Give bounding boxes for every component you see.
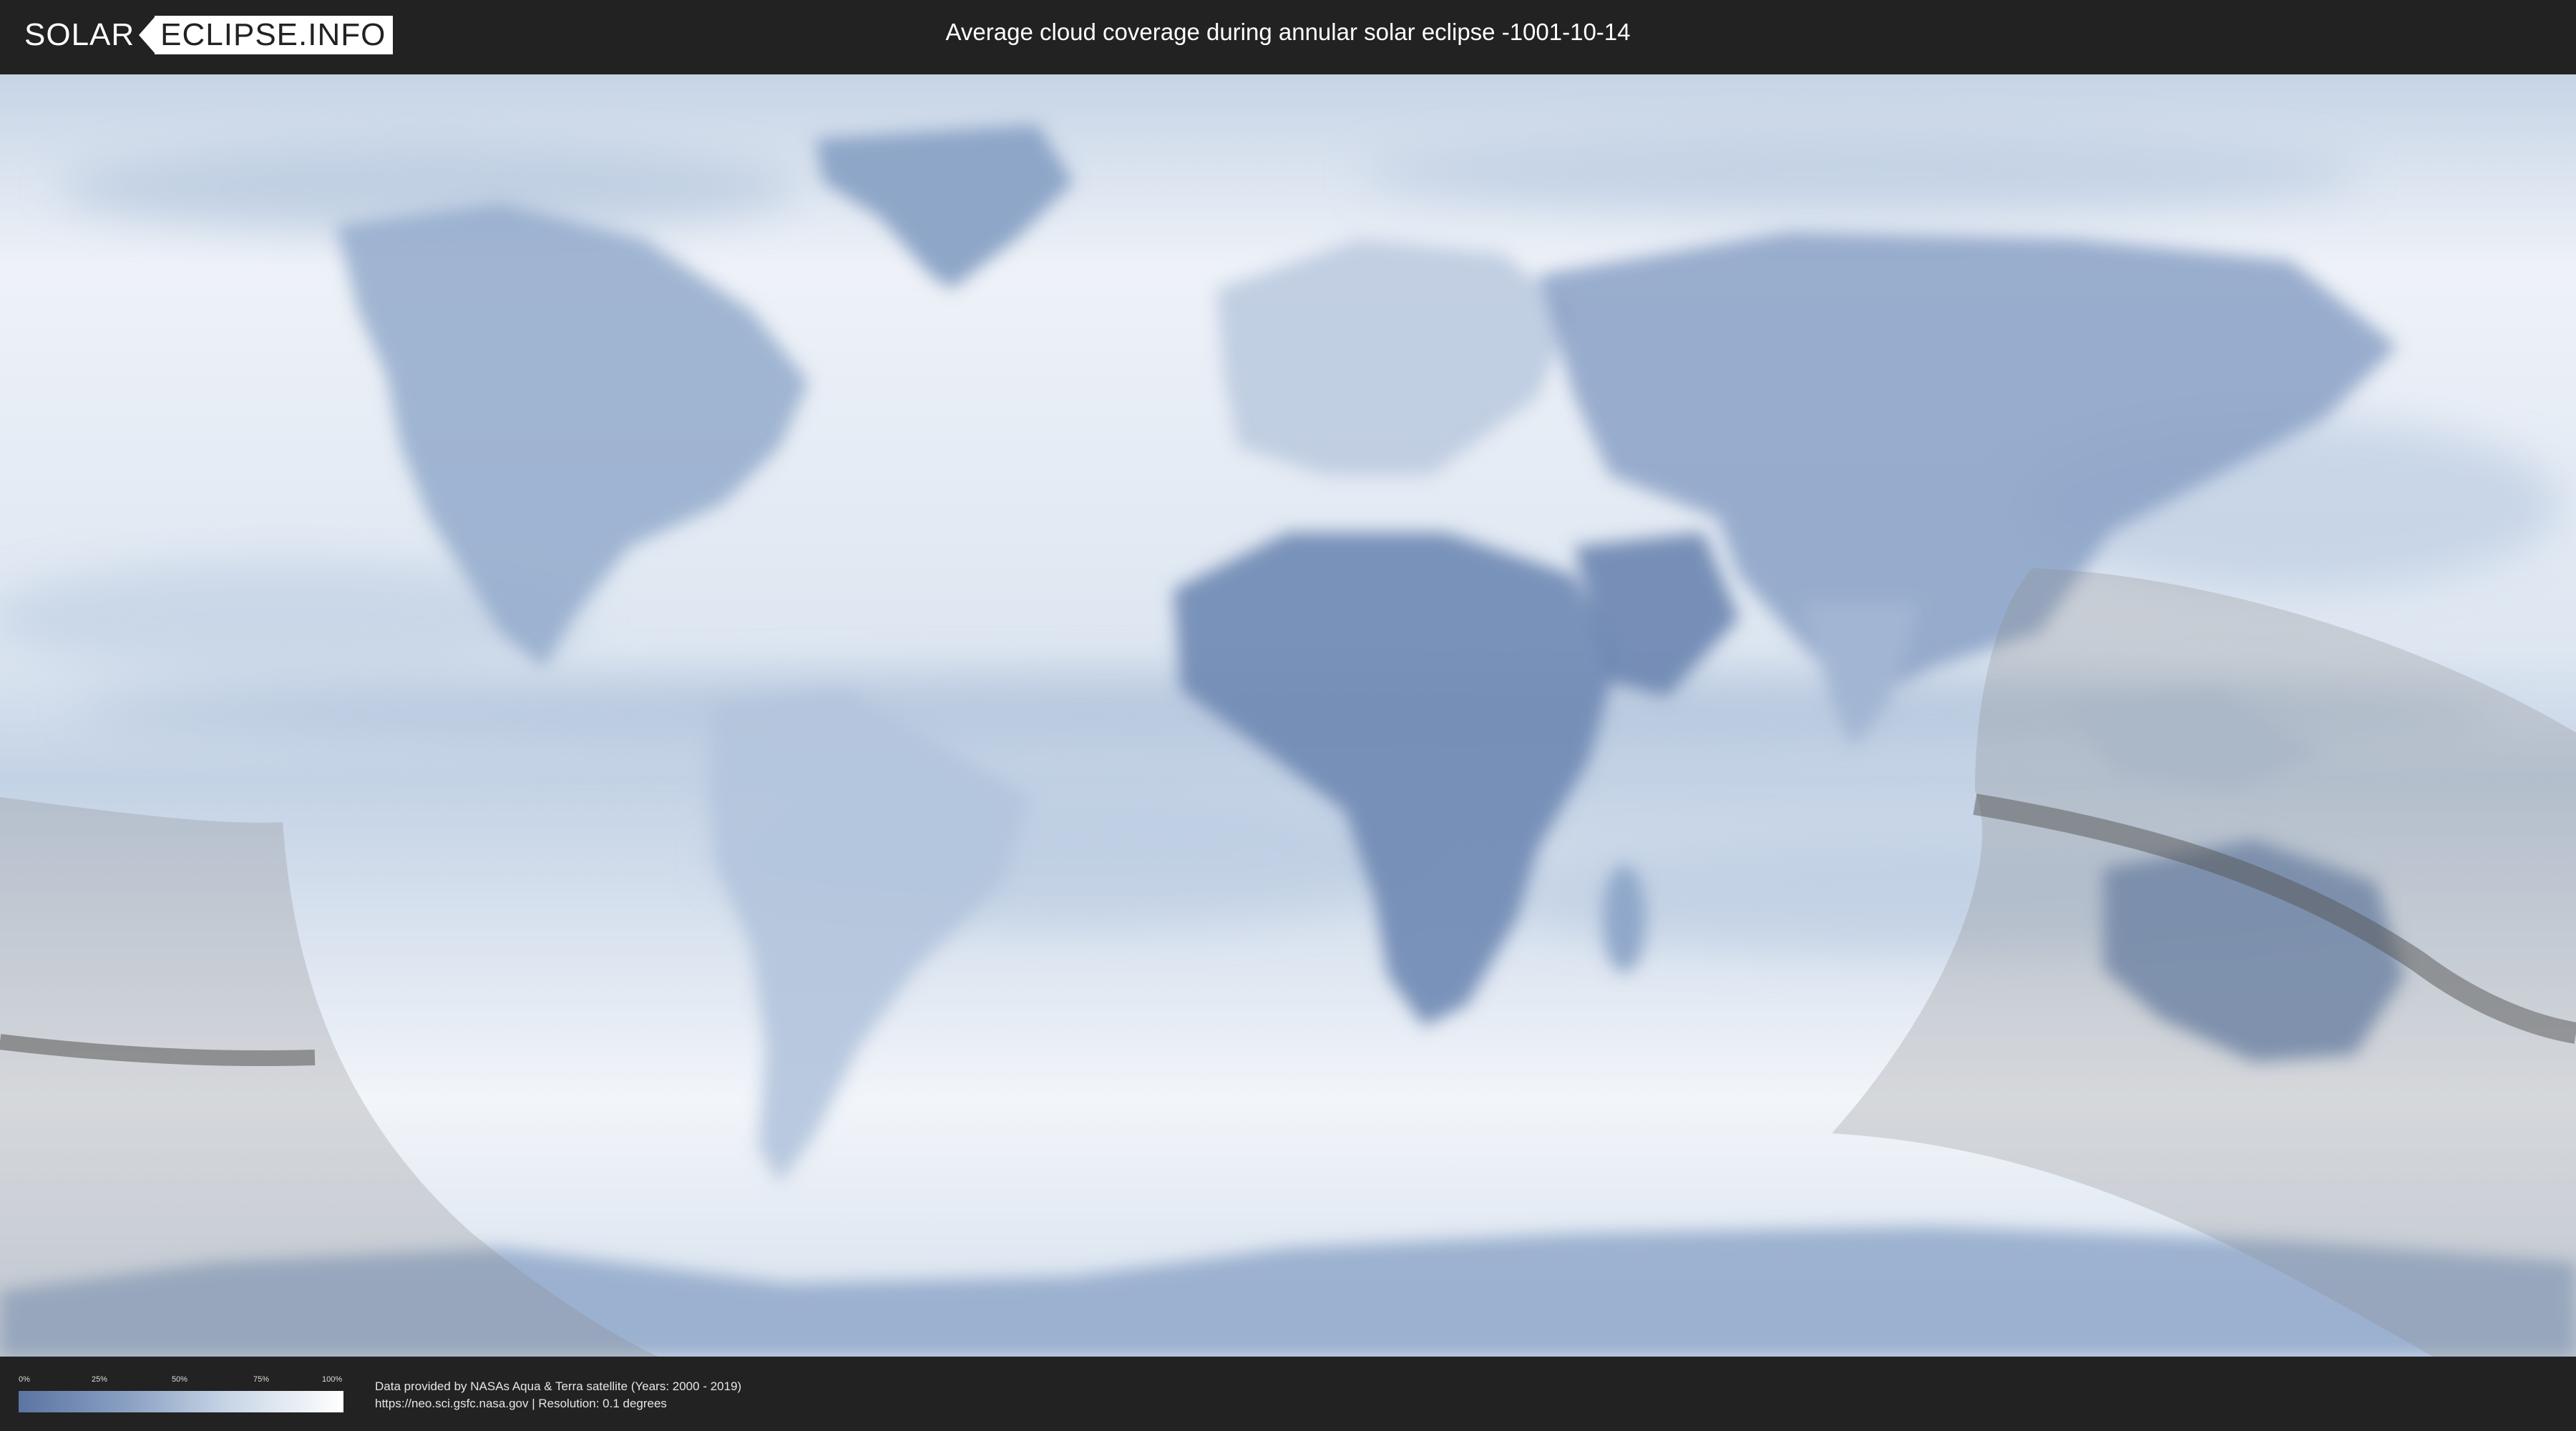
legend-tick-0: 0% (19, 1375, 30, 1384)
cloud-coverage-legend: 0% 25% 50% 75% 100% (19, 1375, 343, 1412)
cloud-coverage-map[interactable] (0, 74, 2576, 1357)
page-title: Average cloud coverage during annular so… (945, 19, 1631, 45)
map-canvas (0, 74, 2576, 1357)
header-bar: SOLAR ECLIPSE.INFO Average cloud coverag… (0, 0, 2576, 72)
footer-bar: 0% 25% 50% 75% 100% Data provided by NAS… (0, 1357, 2576, 1431)
legend-tick-50: 50% (172, 1375, 188, 1384)
legend-tick-25: 25% (92, 1375, 108, 1384)
madagascar (1603, 865, 1646, 972)
credit-line-source: Data provided by NASAs Aqua & Terra sate… (375, 1379, 742, 1393)
page: SOLAR ECLIPSE.INFO Average cloud coverag… (0, 0, 2576, 1431)
credit-line-url[interactable]: https://neo.sci.gsfc.nasa.gov | Resoluti… (375, 1395, 741, 1412)
legend-tick-75: 75% (253, 1375, 270, 1384)
data-credits: Data provided by NASAs Aqua & Terra sate… (375, 1378, 741, 1412)
legend-gradient-bar (19, 1391, 343, 1412)
legend-tick-100: 100% (322, 1375, 343, 1384)
